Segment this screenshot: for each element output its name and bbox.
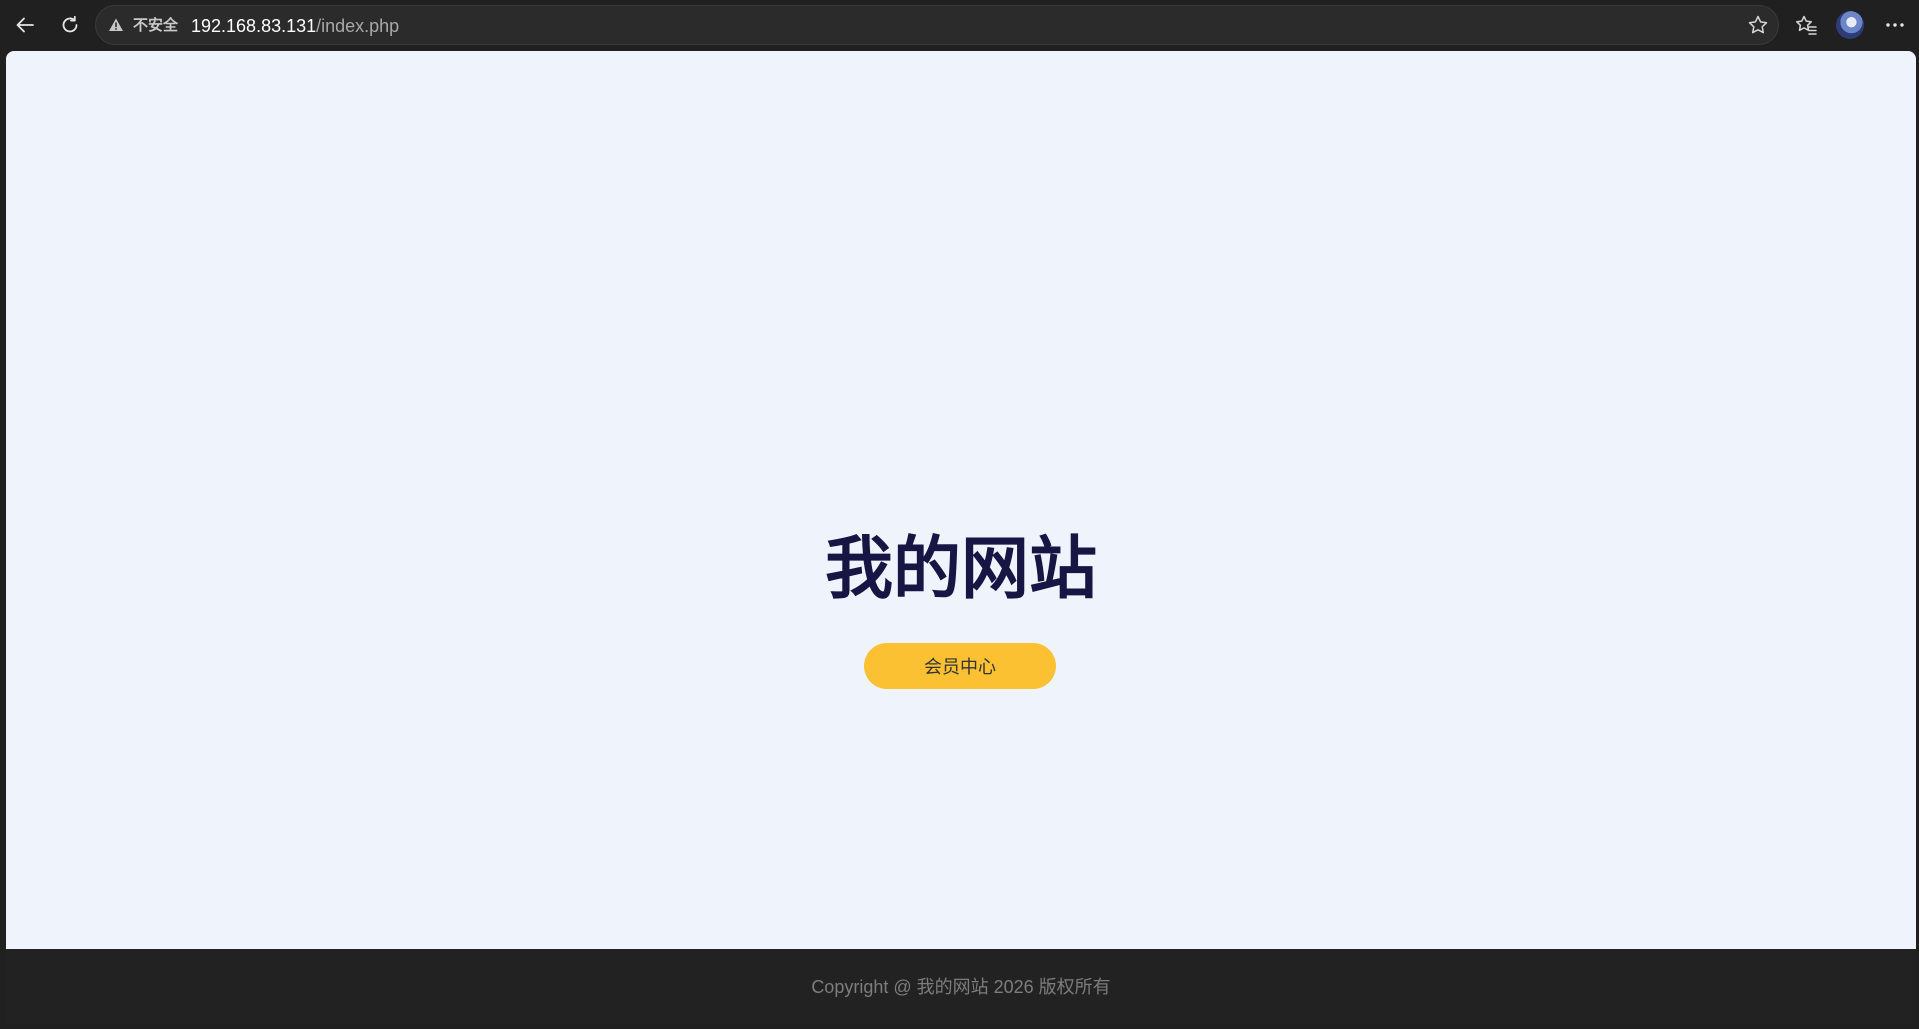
- address-bar[interactable]: 不安全 192.168.83.131/index.php: [95, 5, 1779, 45]
- url-path: /index.php: [316, 16, 400, 36]
- avatar[interactable]: [1836, 11, 1864, 39]
- footer-copyright: Copyright @ 我的网站 2026 版权所有: [811, 977, 1111, 997]
- footer: Copyright @ 我的网站 2026 版权所有: [6, 949, 1916, 1024]
- page-viewport: 我的网站 会员中心 Copyright @ 我的网站 2026 版权所有: [6, 51, 1916, 1024]
- url-host: 192.168.83.131: [191, 16, 317, 36]
- favorites-button[interactable]: [1788, 7, 1824, 43]
- reload-button[interactable]: [52, 7, 88, 43]
- reload-icon: [62, 15, 78, 33]
- page-title: 我的网站: [824, 531, 1097, 607]
- favorites-icon: [1796, 15, 1817, 35]
- browser-toolbar: 不安全 192.168.83.131/index.php: [0, 0, 1919, 50]
- url-text[interactable]: 192.168.83.131/index.php: [191, 15, 399, 37]
- member-center-button[interactable]: 会员中心: [864, 643, 1056, 689]
- more-icon: [1886, 23, 1904, 27]
- warning-icon[interactable]: [108, 17, 124, 33]
- security-label[interactable]: 不安全: [133, 16, 178, 36]
- star-icon[interactable]: [1746, 13, 1770, 37]
- back-arrow-icon: [16, 17, 34, 33]
- back-button[interactable]: [7, 7, 43, 43]
- more-button[interactable]: [1877, 7, 1913, 43]
